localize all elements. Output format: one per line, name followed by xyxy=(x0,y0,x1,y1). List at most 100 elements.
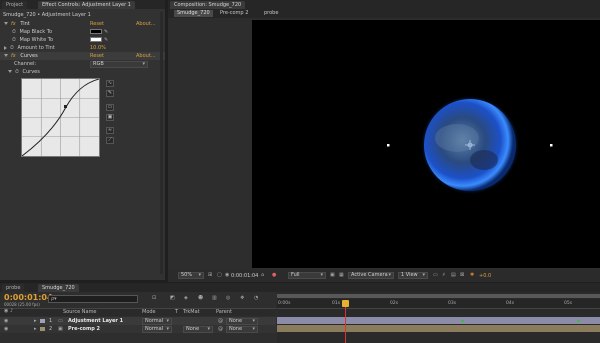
bezier-tool-icon[interactable]: ∿ xyxy=(106,80,114,87)
color-channels-icon[interactable]: ● xyxy=(272,272,276,278)
curves-reset-link[interactable]: Reset xyxy=(90,52,104,60)
expand-triangle-icon[interactable] xyxy=(4,54,8,57)
work-area-bar[interactable] xyxy=(277,294,600,298)
views-layout-dropdown[interactable]: 1 View xyxy=(398,272,428,279)
map-white-row: ⏱ Map White To ✎ xyxy=(0,36,165,44)
channel-dropdown[interactable]: RGB xyxy=(90,61,148,68)
col-parent[interactable]: Parent xyxy=(216,309,232,315)
col-t[interactable]: T xyxy=(175,309,178,315)
brainstorm-icon[interactable]: ❖ xyxy=(240,295,244,301)
fast-preview-icon[interactable]: ⚡ xyxy=(442,272,446,278)
expand-triangle-icon[interactable]: ▸ xyxy=(34,317,37,325)
resolution-dropdown[interactable]: Full xyxy=(288,272,326,279)
time-graph[interactable]: 0:00s 01s 02s 03s 04s 05s ◆ ◆ xyxy=(277,292,600,343)
layer-row[interactable]: ◉ ▸ 2 ▣ Pre-comp 2 Normal None @ None xyxy=(0,325,276,333)
playhead-handle[interactable] xyxy=(342,300,349,307)
time-ruler[interactable] xyxy=(277,299,600,309)
curves-graph[interactable] xyxy=(21,78,100,157)
mask-icon[interactable]: ▢ xyxy=(217,272,222,278)
eye-icon[interactable]: ◉ xyxy=(4,317,8,325)
tab-smudge[interactable]: Smudge_720 xyxy=(38,284,79,292)
smooth-icon[interactable]: ≈ xyxy=(106,127,114,134)
layer-parent-dropdown[interactable]: None xyxy=(226,318,258,325)
comp-mini-flowchart-icon[interactable]: ⊡ xyxy=(152,295,156,301)
layer-trkmat-dropdown[interactable]: None xyxy=(183,326,213,333)
hide-shy-icon[interactable]: ☻ xyxy=(198,295,203,301)
tint-reset-link[interactable]: Reset xyxy=(90,20,104,28)
live-update-icon[interactable]: ◩ xyxy=(170,295,175,301)
layer-mode-dropdown[interactable]: Normal xyxy=(142,326,172,333)
eyedropper-icon[interactable]: ✎ xyxy=(104,28,108,36)
stopwatch-icon[interactable]: ⏱ xyxy=(12,37,16,43)
layer-row[interactable]: ◉ ▸ 1 ▭ Adjustment Layer 1 Normal @ None xyxy=(0,317,276,325)
region-icon[interactable]: ▣ xyxy=(330,272,335,278)
layer-label-color[interactable] xyxy=(40,327,45,331)
save-icon[interactable]: ▣ xyxy=(106,114,114,121)
col-mode[interactable]: Mode xyxy=(142,309,156,315)
comp-nav-smudge[interactable]: Smudge_720 xyxy=(174,10,213,17)
effect-curves-row[interactable]: fx Curves Reset About... xyxy=(0,52,165,60)
stopwatch-icon[interactable]: ⏱ xyxy=(15,69,19,75)
expand-triangle-icon[interactable] xyxy=(4,22,8,25)
tint-about-link[interactable]: About... xyxy=(136,20,156,28)
reset-curve-icon[interactable]: ⟋ xyxy=(106,137,114,144)
light-point-right[interactable] xyxy=(550,144,553,147)
timeline-timecode[interactable]: 0:00:01:04 xyxy=(4,293,53,302)
timecode-display[interactable]: 0:00:01:04 xyxy=(231,273,258,279)
parent-pickwhip-icon[interactable]: @ xyxy=(218,317,223,325)
layer-bar-precomp[interactable] xyxy=(277,325,600,332)
effect-controls-scrollbar[interactable] xyxy=(160,12,163,274)
tab-effect-controls[interactable]: Effect Controls: Adjustment Layer 1 xyxy=(38,1,135,9)
composition-viewer[interactable] xyxy=(252,20,600,268)
curves-graph-svg[interactable] xyxy=(21,78,100,157)
camera-view-dropdown[interactable]: Active Camera xyxy=(348,272,394,279)
draft-3d-icon[interactable]: ◈ xyxy=(184,295,188,301)
parent-pickwhip-icon[interactable]: @ xyxy=(218,325,223,333)
exposure-value[interactable]: +0.0 xyxy=(479,273,491,279)
tab-project[interactable]: Project xyxy=(2,1,28,9)
grid-icon[interactable]: ⊞ xyxy=(208,272,212,278)
light-point-left[interactable] xyxy=(387,144,390,147)
layer-bar-adjustment[interactable] xyxy=(277,317,600,324)
layer-parent-dropdown[interactable]: None xyxy=(226,326,258,333)
effect-tint-row[interactable]: fx Tint Reset About... xyxy=(0,20,165,28)
exposure-icon[interactable]: ✱ xyxy=(470,272,474,278)
stopwatch-icon[interactable]: ⏱ xyxy=(12,29,16,35)
expand-triangle-icon[interactable] xyxy=(4,45,7,50)
zoom-dropdown[interactable]: 50% xyxy=(178,272,204,279)
camera-icon[interactable]: ◉ xyxy=(225,272,229,278)
frame-blending-icon[interactable]: ▥ xyxy=(212,295,217,301)
timeline-search-input[interactable]: ρ▾ xyxy=(48,295,138,303)
eye-icon[interactable]: ◉ xyxy=(4,325,8,333)
map-white-swatch[interactable] xyxy=(90,37,102,42)
pixel-aspect-icon[interactable]: ▭ xyxy=(433,272,438,278)
layer-mode-dropdown[interactable]: Normal xyxy=(142,318,172,325)
pencil-tool-icon[interactable]: ✎ xyxy=(106,90,114,97)
tab-probe[interactable]: probe xyxy=(2,284,25,292)
layer-name[interactable]: Adjustment Layer 1 xyxy=(68,317,123,325)
comp-nav-probe[interactable]: probe xyxy=(264,10,278,17)
snapshot-icon[interactable]: ⌂ xyxy=(261,272,264,278)
layer-name[interactable]: Pre-comp 2 xyxy=(68,325,100,333)
layer-label-color[interactable] xyxy=(40,319,45,323)
tab-composition[interactable]: Composition: Smudge_720 xyxy=(170,1,246,9)
col-trkmat[interactable]: TrkMat xyxy=(183,309,200,315)
transparency-icon[interactable]: ▦ xyxy=(339,272,344,278)
col-source-name[interactable]: Source Name xyxy=(63,309,97,315)
keyframe-icon[interactable]: ◆ xyxy=(577,318,580,323)
render-icon[interactable]: ▤ xyxy=(451,272,456,278)
comp-nav-precomp[interactable]: Pre-comp 2 xyxy=(220,10,248,17)
open-folder-icon[interactable]: ▭ xyxy=(106,104,114,111)
eyedropper-icon[interactable]: ✎ xyxy=(104,36,108,44)
flowchart-icon[interactable]: ⊠ xyxy=(460,272,464,278)
motion-blur-icon[interactable]: ◎ xyxy=(226,295,230,301)
amount-to-tint-value[interactable]: 10.0% xyxy=(90,44,106,52)
expand-triangle-icon[interactable] xyxy=(8,70,12,73)
curves-about-link[interactable]: About... xyxy=(136,52,156,60)
keyframe-icon[interactable]: ◆ xyxy=(461,318,464,323)
map-black-swatch[interactable] xyxy=(90,29,102,34)
graph-editor-icon[interactable]: ◔ xyxy=(254,295,258,301)
expand-triangle-icon[interactable]: ▸ xyxy=(34,325,37,333)
curve-control-point[interactable] xyxy=(64,105,67,108)
stopwatch-icon[interactable]: ⏱ xyxy=(10,45,14,51)
